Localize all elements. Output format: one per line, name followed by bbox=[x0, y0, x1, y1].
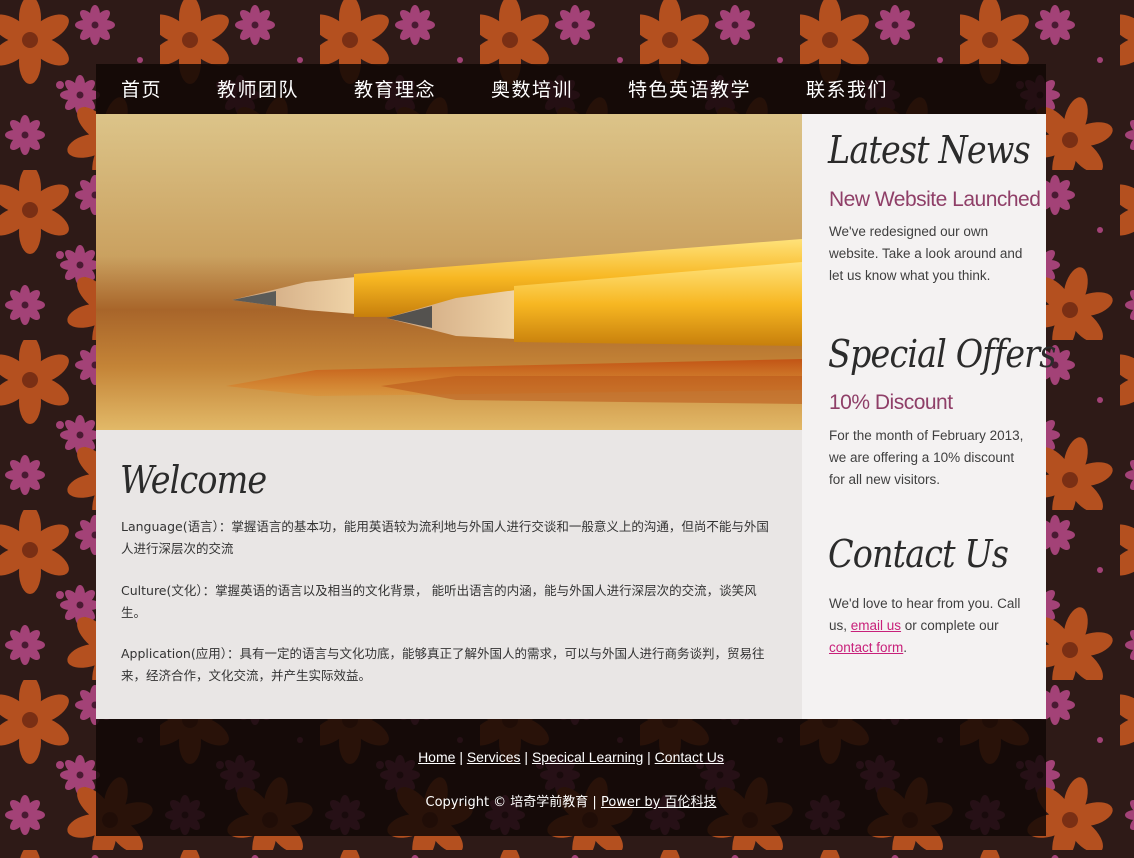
news-text: We've redesigned our own website. Take a… bbox=[829, 224, 1023, 283]
paragraph-application: Application(应用）：具有一定的语言与文化功底，能够真正了解外国人的需… bbox=[121, 646, 765, 683]
power-by-link[interactable]: Power by 百伦科技 bbox=[601, 795, 717, 810]
footer-link-contact[interactable]: Contact Us bbox=[655, 749, 724, 765]
footer-link-services[interactable]: Services bbox=[467, 749, 521, 765]
sidebar: Latest News New Website Launched We've r… bbox=[802, 114, 1056, 719]
copyright-text: Copyright © 培奇学前教育 | bbox=[425, 795, 601, 810]
nav-item-home[interactable]: 首页 bbox=[121, 75, 162, 102]
paragraph-culture: Culture(文化）：掌握英语的语言以及相当的文化背景， 能听出语言的内涵，能… bbox=[121, 583, 757, 620]
main-nav: 首页 教师团队 教育理念 奥数培训 特色英语教学 联系我们 bbox=[96, 64, 1046, 114]
email-us-link[interactable]: email us bbox=[851, 618, 901, 633]
special-offers-heading: Special Offers bbox=[828, 332, 1056, 376]
hero-pencils-image bbox=[96, 114, 802, 430]
footer-link-special-learning[interactable]: Specical Learning bbox=[532, 749, 643, 765]
footer-links: Home | Services | Specical Learning | Co… bbox=[96, 749, 1046, 765]
nav-item-math-training[interactable]: 奥数培训 bbox=[491, 75, 573, 102]
nav-item-contact[interactable]: 联系我们 bbox=[806, 75, 888, 102]
footer: Home | Services | Specical Learning | Co… bbox=[96, 719, 1046, 836]
paragraph-language: Language(语言）：掌握语言的基本功，能用英语较为流利地与外国人进行交谈和… bbox=[121, 519, 769, 556]
nav-item-english[interactable]: 特色英语教学 bbox=[628, 75, 751, 102]
contact-text: We'd love to hear from you. Call us, ema… bbox=[829, 593, 1024, 659]
copyright: Copyright © 培奇学前教育 | Power by 百伦科技 bbox=[96, 791, 1046, 810]
welcome-section: Welcome Language(语言）：掌握语言的基本功，能用英语较为流利地与… bbox=[96, 430, 802, 719]
welcome-heading: Welcome bbox=[120, 458, 267, 502]
nav-item-teachers[interactable]: 教师团队 bbox=[217, 75, 299, 102]
latest-news-heading: Latest News bbox=[828, 128, 1031, 172]
nav-item-philosophy[interactable]: 教育理念 bbox=[354, 75, 436, 102]
offers-subtitle: 10% Discount bbox=[829, 391, 953, 414]
offers-text: For the month of February 2013, we are o… bbox=[829, 428, 1024, 487]
page-container: 首页 教师团队 教育理念 奥数培训 特色英语教学 联系我们 Welcome La… bbox=[96, 64, 1056, 836]
footer-link-home[interactable]: Home bbox=[418, 749, 455, 765]
contact-form-link[interactable]: contact form bbox=[829, 640, 903, 655]
footer-separator: | bbox=[459, 749, 463, 765]
news-subtitle: New Website Launched bbox=[829, 188, 1041, 211]
footer-separator: | bbox=[524, 749, 529, 765]
contact-text-after: . bbox=[903, 640, 908, 655]
contact-us-heading: Contact Us bbox=[828, 532, 1009, 576]
footer-separator: | bbox=[647, 749, 651, 765]
contact-text-middle: or complete our bbox=[901, 618, 999, 633]
